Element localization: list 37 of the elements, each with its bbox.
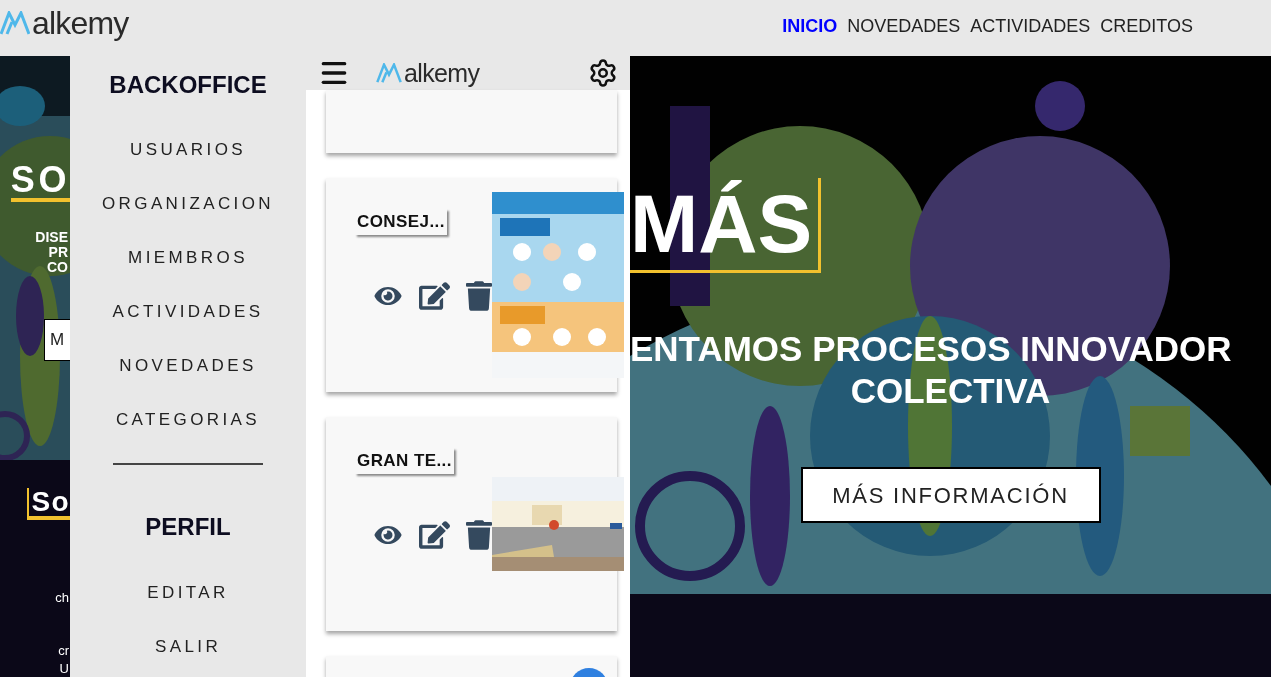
logo-text: alkemy: [32, 4, 129, 43]
more-info-button[interactable]: MÁS INFORMACIÓN: [800, 467, 1101, 523]
edit-icon[interactable]: [419, 281, 450, 310]
logo-text: alkemy: [404, 60, 480, 86]
delete-icon[interactable]: [466, 519, 492, 550]
card-title: CONSEJ...: [355, 209, 447, 235]
hero-button[interactable]: M: [44, 319, 70, 361]
body-text: ch: [55, 590, 70, 605]
sidebar-link[interactable]: ACTIVIDADES: [112, 301, 264, 323]
section-heading: BACKOFFICE: [109, 70, 267, 100]
section-heading: PERFIL: [145, 512, 231, 542]
body-text: cr: [58, 643, 70, 658]
sidebar-link[interactable]: ORGANIZACION: [101, 193, 275, 215]
settings-icon[interactable]: [588, 58, 618, 88]
card-title: GRAN TE...: [355, 448, 454, 474]
nav-link[interactable]: NOVEDADES: [847, 12, 961, 40]
edit-icon[interactable]: [419, 520, 450, 549]
hero-subtitle: ENTAMOS PROCESOS INNOVADOR: [630, 328, 1232, 370]
body-text: U: [59, 661, 70, 676]
sidebar-link[interactable]: NOVEDADES: [119, 355, 257, 377]
sidebar-link[interactable]: CATEGORIAS: [115, 409, 261, 431]
logo-icon: [376, 63, 402, 83]
hero-title: MÁS: [630, 178, 822, 273]
nav-link[interactable]: CREDITOS: [1100, 12, 1193, 40]
sidebar-link[interactable]: EDITAR: [147, 582, 229, 604]
sidebar-link[interactable]: SALIR: [154, 636, 222, 658]
hero-subtitle: COLECTIVA: [850, 370, 1051, 412]
hero-text: CO: [47, 260, 68, 275]
delete-icon[interactable]: [466, 280, 492, 311]
hero-text: PR: [48, 245, 68, 260]
logo-icon: [0, 11, 30, 35]
floating-button[interactable]: [570, 668, 608, 677]
nav-link[interactable]: ACTIVIDADES: [970, 12, 1091, 40]
nav-link[interactable]: INICIO: [782, 12, 838, 40]
sidebar-link[interactable]: MIEMBROS: [128, 247, 248, 269]
sidebar-link[interactable]: USUARIOS: [130, 139, 246, 161]
hero-text: DISE: [35, 230, 68, 245]
